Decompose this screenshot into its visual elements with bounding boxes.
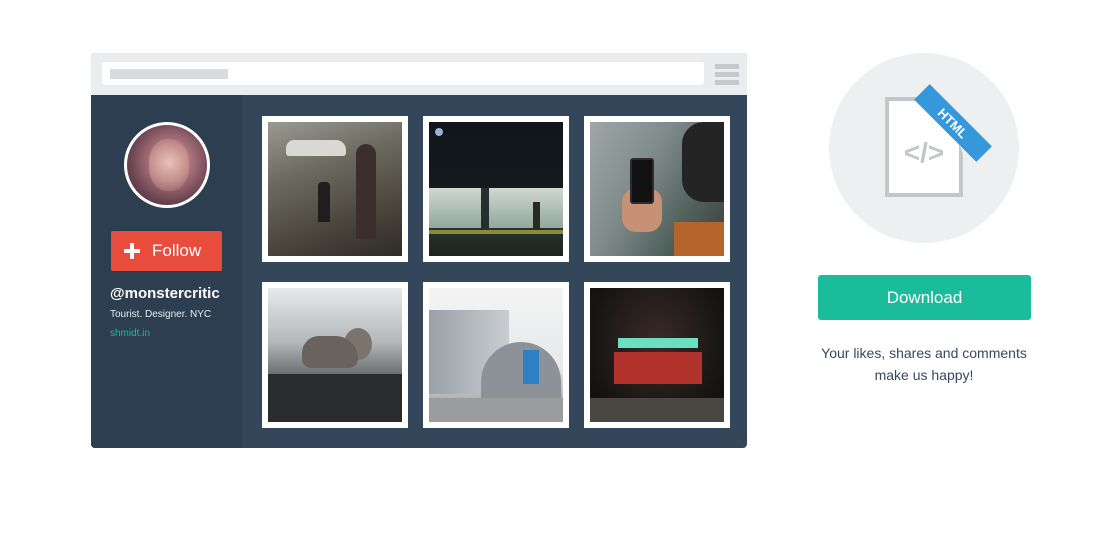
menu-icon[interactable]	[715, 64, 739, 85]
photo-squirrel	[268, 288, 402, 422]
plus-icon	[124, 243, 140, 259]
follow-button[interactable]: Follow	[111, 231, 222, 271]
photo-tile[interactable]	[423, 116, 569, 262]
photo-tile[interactable]	[423, 282, 569, 428]
profile-website-link[interactable]: shmidt.in	[110, 328, 150, 339]
photo-tile[interactable]	[584, 282, 730, 428]
download-button[interactable]: Download	[818, 275, 1031, 320]
code-glyph: </>	[904, 137, 944, 168]
photo-tile[interactable]	[262, 116, 408, 262]
photo-tile[interactable]	[262, 282, 408, 428]
html-file-icon-graphic: HTML </>	[885, 84, 992, 197]
photo-tile[interactable]	[584, 116, 730, 262]
photo-phone-selfie	[590, 122, 724, 256]
photo-building	[429, 288, 563, 422]
address-bar[interactable]	[102, 62, 704, 85]
photo-night-storefront	[590, 288, 724, 422]
photo-subway-platform	[429, 122, 563, 256]
profile-sidebar: Follow @monstercritic Tourist. Designer.…	[91, 95, 242, 448]
address-placeholder	[110, 69, 228, 79]
follow-button-label: Follow	[152, 241, 202, 260]
browser-toolbar	[91, 53, 747, 95]
profile-bio: Tourist. Designer. NYC	[110, 309, 212, 320]
profile-username: @monstercritic	[110, 285, 220, 302]
photo-street-hydrant	[268, 122, 402, 256]
avatar-face	[149, 139, 189, 191]
tagline-text: Your likes, shares and comments make us …	[821, 345, 1027, 383]
html-file-icon: HTML </>	[829, 53, 1019, 243]
avatar[interactable]	[124, 122, 210, 208]
